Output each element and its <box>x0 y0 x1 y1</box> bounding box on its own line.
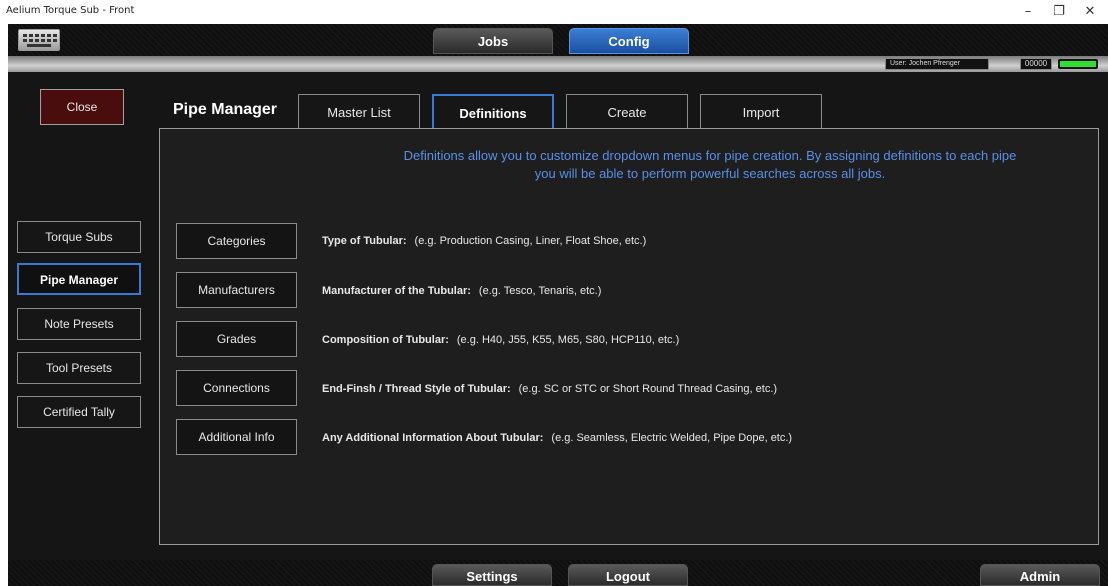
tab-create[interactable]: Create <box>566 94 688 128</box>
counter-display: 00000 <box>1020 58 1052 70</box>
app-topbar: Jobs Config <box>8 24 1108 56</box>
current-user: User: Jochen Pfrenger <box>885 58 989 70</box>
definition-heading: Any Additional Information About Tubular… <box>322 432 544 444</box>
tab-import[interactable]: Import <box>700 94 822 128</box>
close-window-icon[interactable]: ✕ <box>1077 2 1103 22</box>
definition-heading: Type of Tubular: <box>322 235 407 247</box>
sidebar-item-pipe-manager[interactable]: Pipe Manager <box>17 263 141 295</box>
main-area: Close Torque Subs Pipe Manager Note Pres… <box>8 72 1108 560</box>
app-bottombar: Settings Logout Admin <box>8 560 1108 586</box>
logout-button[interactable]: Logout <box>568 564 688 586</box>
definition-example: (e.g. H40, J55, K55, M65, S80, HCP110, e… <box>456 334 680 346</box>
definition-line: Type of Tubular: (e.g. Production Casing,… <box>322 235 646 247</box>
restore-icon[interactable]: ❐ <box>1046 2 1072 22</box>
definition-example: (e.g. Seamless, Electric Welded, Pipe Do… <box>551 432 793 444</box>
definition-example: (e.g. Tesco, Tenaris, etc.) <box>478 285 602 297</box>
definition-example: (e.g. Production Casing, Liner, Float Sh… <box>414 235 647 247</box>
connection-indicator <box>1058 59 1098 69</box>
keyboard-icon[interactable] <box>18 29 60 51</box>
definition-heading: End-Finsh / Thread Style of Tubular: <box>322 383 511 395</box>
tab-jobs[interactable]: Jobs <box>433 28 553 54</box>
window-titlebar: Aelium Torque Sub - Front – ❐ ✕ <box>0 0 1108 24</box>
definition-heading: Manufacturer of the Tubular: <box>322 285 471 297</box>
sidebar-item-torque-subs[interactable]: Torque Subs <box>17 221 141 253</box>
settings-button[interactable]: Settings <box>432 564 552 586</box>
sidebar-item-tool-presets[interactable]: Tool Presets <box>17 352 141 384</box>
connections-button[interactable]: Connections <box>176 370 297 406</box>
manufacturers-button[interactable]: Manufacturers <box>176 272 297 308</box>
definition-line: Any Additional Information About Tubular… <box>322 432 792 444</box>
categories-button[interactable]: Categories <box>176 223 297 259</box>
grades-button[interactable]: Grades <box>176 321 297 357</box>
definitions-panel: Definitions allow you to customize dropd… <box>159 128 1099 545</box>
additional-info-button[interactable]: Additional Info <box>176 419 297 455</box>
minimize-icon[interactable]: – <box>1015 2 1041 22</box>
status-strip: User: Jochen Pfrenger 00000 <box>8 56 1108 72</box>
tab-definitions[interactable]: Definitions <box>432 94 554 128</box>
page-title: Pipe Manager <box>173 101 278 118</box>
close-button[interactable]: Close <box>40 89 124 125</box>
definition-heading: Composition of Tubular: <box>322 334 449 346</box>
definitions-intro: Definitions allow you to customize dropd… <box>403 148 1017 181</box>
tab-master-list[interactable]: Master List <box>298 94 420 128</box>
definition-line: Composition of Tubular: (e.g. H40, J55, K… <box>322 334 679 346</box>
tab-config[interactable]: Config <box>569 28 689 54</box>
definition-line: End-Finsh / Thread Style of Tubular: (e.g… <box>322 383 777 395</box>
sidebar-item-certified-tally[interactable]: Certified Tally <box>17 396 141 428</box>
definition-line: Manufacturer of the Tubular: (e.g. Tesco,… <box>322 285 601 297</box>
definition-example: (e.g. SC or STC or Short Round Thread Ca… <box>518 383 778 395</box>
admin-button[interactable]: Admin <box>980 564 1100 586</box>
window-title: Aelium Torque Sub - Front <box>6 5 135 16</box>
sidebar-item-note-presets[interactable]: Note Presets <box>17 308 141 340</box>
